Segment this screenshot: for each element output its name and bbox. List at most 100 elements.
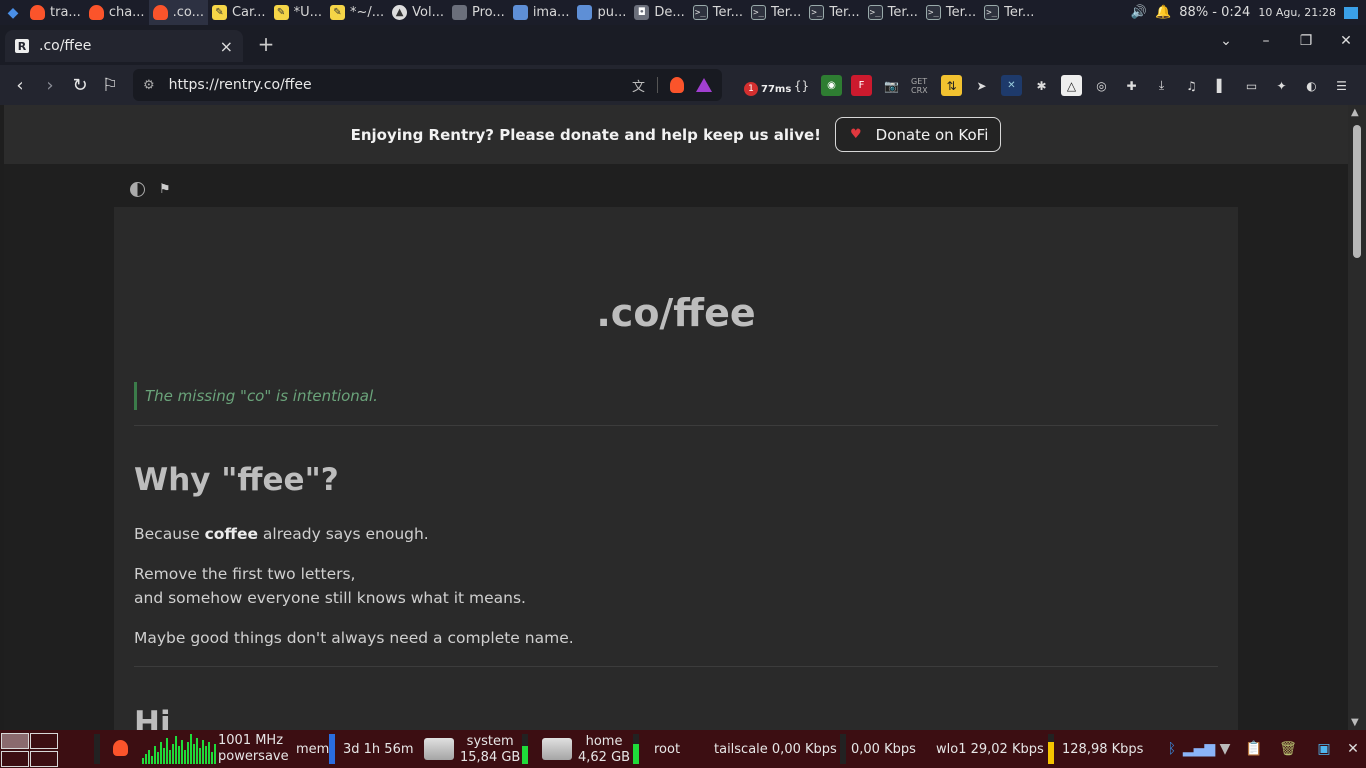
taskbar-item[interactable]: .co...: [148, 0, 208, 25]
circle-extension-icon[interactable]: ◎: [1091, 75, 1112, 96]
sidebar-icon[interactable]: ▌: [1211, 75, 1232, 96]
taskbar-item[interactable]: ima...: [509, 0, 574, 25]
page-scrollbar[interactable]: ▲ ▼: [1348, 105, 1366, 730]
translate-icon[interactable]: 文: [632, 76, 645, 95]
clipboard-icon[interactable]: 📋: [1243, 738, 1265, 760]
brave-icon[interactable]: [113, 740, 128, 756]
camera-icon[interactable]: 📷: [881, 75, 902, 96]
page-title: .co/ffee: [596, 291, 756, 335]
folder-icon: [577, 5, 593, 20]
taskbar-item[interactable]: ✎ Car...: [208, 0, 270, 25]
app-launcher-icon[interactable]: ◆: [0, 0, 26, 25]
brave-shields-icon[interactable]: [670, 77, 684, 93]
site-info-icon[interactable]: ⚙: [143, 78, 155, 93]
taskbar-item[interactable]: ◘ De...: [630, 0, 688, 25]
notification-bell-icon[interactable]: 🔔: [1155, 5, 1171, 20]
trash-icon[interactable]: 🗑: [1277, 738, 1299, 760]
taskbar-item[interactable]: cha...: [85, 0, 149, 25]
brave-rewards-icon[interactable]: [696, 78, 712, 92]
workspace-4[interactable]: [30, 751, 58, 767]
download-icon[interactable]: ⤓: [1151, 75, 1172, 96]
taskbar-item[interactable]: pu...: [573, 0, 630, 25]
taskbar-item[interactable]: >_ Ter...: [805, 0, 863, 25]
tab-search-chevron-icon[interactable]: ⌄: [1216, 33, 1236, 49]
workspace-1[interactable]: [1, 733, 29, 749]
wallet-icon[interactable]: ▭: [1241, 75, 1262, 96]
taskbar-item[interactable]: ✎ *U...: [270, 0, 326, 25]
cpu-graph-bar: [175, 736, 177, 764]
ping-value: 77ms: [761, 84, 792, 95]
taskbar-item[interactable]: >_ Ter...: [922, 0, 980, 25]
maximize-button[interactable]: ❐: [1296, 33, 1316, 49]
mem-meter: [329, 734, 335, 764]
wlo1-meter: [1048, 734, 1054, 764]
taskbar-item[interactable]: ▲ Vol...: [388, 0, 448, 25]
brave-account-icon[interactable]: ◐: [1301, 75, 1322, 96]
donate-button[interactable]: ♥ Donate on KoFi: [835, 117, 1002, 152]
taskbar-item[interactable]: ✎ *~/...: [326, 0, 388, 25]
cursor-extension-icon[interactable]: ➤: [971, 75, 992, 96]
taskbar-item[interactable]: >_ Ter...: [980, 0, 1038, 25]
home-disk: home 4,62 GB: [578, 734, 630, 766]
cpu-graph-bar: [211, 752, 213, 764]
taskbar-item-label: Vol...: [412, 5, 445, 20]
text-editor-icon: ✎: [329, 5, 345, 20]
scroll-up-icon[interactable]: ▲: [1351, 107, 1359, 118]
blue-extension-icon[interactable]: ✕: [1001, 75, 1022, 96]
drive-icon: [542, 738, 572, 760]
signal-icon[interactable]: ▂▄▆: [1183, 738, 1215, 760]
battery-status[interactable]: 88% - 0:24: [1179, 5, 1250, 20]
heading-hi: Hi: [134, 705, 171, 730]
tab-active[interactable]: R .co/ffee ×: [5, 30, 243, 62]
bookmark-icon[interactable]: ⚐: [95, 70, 125, 100]
workspace-3[interactable]: [1, 751, 29, 767]
heading-why: Why "ffee"?: [134, 462, 339, 498]
scrollbar-thumb[interactable]: [1353, 125, 1361, 258]
taskbar-item[interactable]: tra...: [26, 0, 85, 25]
green-extension-icon[interactable]: ◉: [821, 75, 842, 96]
taskbar-item[interactable]: >_ Ter...: [747, 0, 805, 25]
theme-toggle-icon[interactable]: [130, 182, 145, 197]
get-crx-icon[interactable]: GET CRX: [911, 75, 932, 96]
bug-extension-icon[interactable]: ✱: [1031, 75, 1052, 96]
leo-ai-icon[interactable]: ✦: [1271, 75, 1292, 96]
address-bar[interactable]: ⚙ https://rentry.co/ffee 文: [133, 69, 722, 101]
cpu-graph: [142, 734, 216, 764]
back-button[interactable]: ‹: [5, 70, 35, 100]
menu-icon[interactable]: ☰: [1331, 75, 1352, 96]
cpu-graph-bar: [187, 742, 189, 764]
network-icon[interactable]: ▼: [1214, 738, 1236, 760]
yellow-extension-icon[interactable]: ⇅: [941, 75, 962, 96]
show-desktop-icon[interactable]: ✕: [1342, 738, 1364, 760]
mem-label: mem: [296, 742, 330, 757]
cpu-graph-bar: [163, 748, 165, 764]
clock[interactable]: 10 Agu, 21:28: [1258, 6, 1336, 19]
screenshot-icon[interactable]: ▣: [1313, 738, 1335, 760]
minimize-button[interactable]: –: [1256, 33, 1276, 49]
url-text[interactable]: https://rentry.co/ffee: [169, 77, 312, 93]
report-flag-icon[interactable]: ⚑: [159, 182, 171, 197]
bluetooth-icon[interactable]: ᛒ: [1161, 738, 1183, 760]
cpu-graph-bar: [214, 744, 216, 764]
red-extension-icon[interactable]: F: [851, 75, 872, 96]
reload-button[interactable]: ↻: [65, 70, 95, 100]
volume-icon[interactable]: 🔊: [1131, 5, 1147, 20]
taskbar-item[interactable]: Pro...: [448, 0, 509, 25]
close-window-button[interactable]: ✕: [1336, 33, 1356, 49]
puzzle-extensions-icon[interactable]: ✚: [1121, 75, 1142, 96]
cpu-graph-bar: [160, 742, 162, 764]
music-icon[interactable]: ♫: [1181, 75, 1202, 96]
ping-extension-icon[interactable]: 1 77ms: [738, 75, 791, 96]
close-tab-icon[interactable]: ×: [220, 37, 233, 56]
forward-button[interactable]: ›: [35, 70, 65, 100]
cpu-graph-bar: [184, 750, 186, 764]
screen-icon: ◘: [634, 5, 650, 20]
white-extension-icon[interactable]: △: [1061, 75, 1082, 96]
new-tab-button[interactable]: +: [256, 33, 276, 55]
json-viewer-icon[interactable]: {}: [791, 75, 812, 96]
taskbar-item[interactable]: >_ Ter...: [689, 0, 747, 25]
desktop-icon[interactable]: [1344, 6, 1358, 19]
scroll-down-icon[interactable]: ▼: [1351, 717, 1359, 728]
workspace-2[interactable]: [30, 733, 58, 749]
taskbar-item[interactable]: >_ Ter...: [864, 0, 922, 25]
